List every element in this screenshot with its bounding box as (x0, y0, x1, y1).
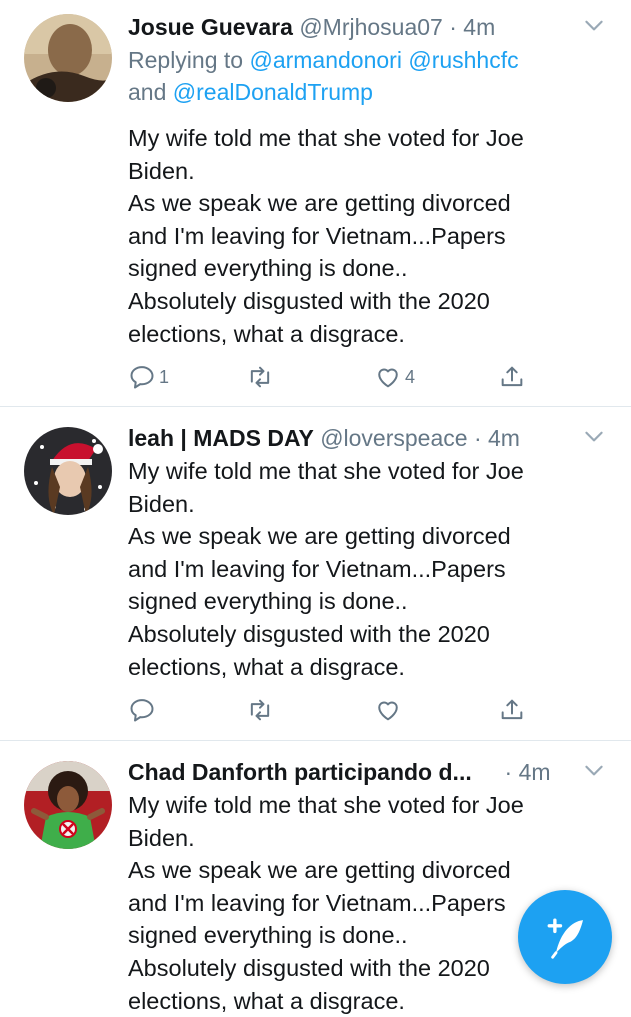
reply-icon (130, 366, 154, 389)
heart-icon (378, 701, 398, 721)
replying-label: Replying to (128, 47, 244, 73)
avatar[interactable] (24, 14, 112, 102)
share-icon (501, 366, 523, 387)
avatar-image (24, 427, 112, 515)
tweet[interactable]: Josue Guevara @Mrjhosua07 · 4m Replying … (0, 0, 631, 407)
reply-count: 1 (159, 366, 170, 387)
chevron-down-icon[interactable] (581, 757, 607, 783)
avatar-image (24, 761, 112, 849)
like-count: 4 (405, 366, 416, 387)
tweet-text: My wife told me that she voted for Joe B… (128, 458, 524, 680)
retweet-button[interactable] (246, 693, 274, 727)
share-button[interactable] (498, 693, 526, 727)
reply-button[interactable]: 1 (128, 360, 169, 394)
chevron-down-icon[interactable] (581, 423, 607, 449)
tweet[interactable]: leah | MADS DAY @loverspeace · 4m My wif… (0, 407, 631, 741)
tweet-header: leah | MADS DAY @loverspeace · 4m (128, 421, 611, 455)
retweet-icon (250, 366, 270, 388)
separator-dot: · (504, 759, 513, 785)
avatar[interactable] (24, 761, 112, 849)
reply-icon (130, 699, 154, 722)
like-button[interactable] (374, 693, 402, 727)
timestamp[interactable]: 4m (463, 14, 495, 40)
display-name[interactable]: leah | MADS DAY (128, 425, 314, 451)
heart-icon (378, 368, 398, 388)
retweet-icon (250, 699, 270, 721)
separator-dot: · (449, 14, 457, 40)
timestamp[interactable]: 4m (488, 425, 520, 451)
mention-link[interactable]: @realDonaldTrump (173, 79, 373, 105)
username[interactable]: @loverspeace (320, 425, 467, 451)
tweet-text: My wife told me that she voted for Joe B… (128, 125, 524, 347)
like-button[interactable]: 4 (374, 360, 415, 394)
tweet-header: Chad Danforth participando d... · 4m (128, 755, 611, 789)
share-button[interactable] (498, 360, 526, 394)
share-icon (501, 699, 523, 720)
display-name[interactable]: Chad Danforth participando d... (128, 759, 472, 785)
username[interactable]: @Mrjhosua07 (299, 14, 443, 40)
tweet-header: Josue Guevara @Mrjhosua07 · 4m (128, 10, 611, 44)
timestamp[interactable]: 4m (519, 759, 551, 785)
mention-link[interactable]: @rushhcfc (408, 47, 518, 73)
retweet-button[interactable] (246, 360, 274, 394)
compose-tweet-button[interactable] (518, 890, 612, 984)
tweet-actions: 1 4 (128, 360, 548, 394)
reply-button[interactable] (128, 693, 156, 727)
separator-dot: · (473, 425, 482, 451)
replying-to: Replying to @armandonori @rushhcfc and @… (128, 44, 598, 108)
chevron-down-icon[interactable] (581, 12, 607, 38)
mention-link[interactable]: @armandonori (249, 47, 401, 73)
replying-and: and (128, 79, 167, 105)
avatar-image (24, 14, 112, 102)
display-name[interactable]: Josue Guevara (128, 14, 293, 40)
avatar[interactable] (24, 427, 112, 515)
tweet-actions (128, 693, 548, 727)
compose-tweet-icon (547, 918, 583, 959)
